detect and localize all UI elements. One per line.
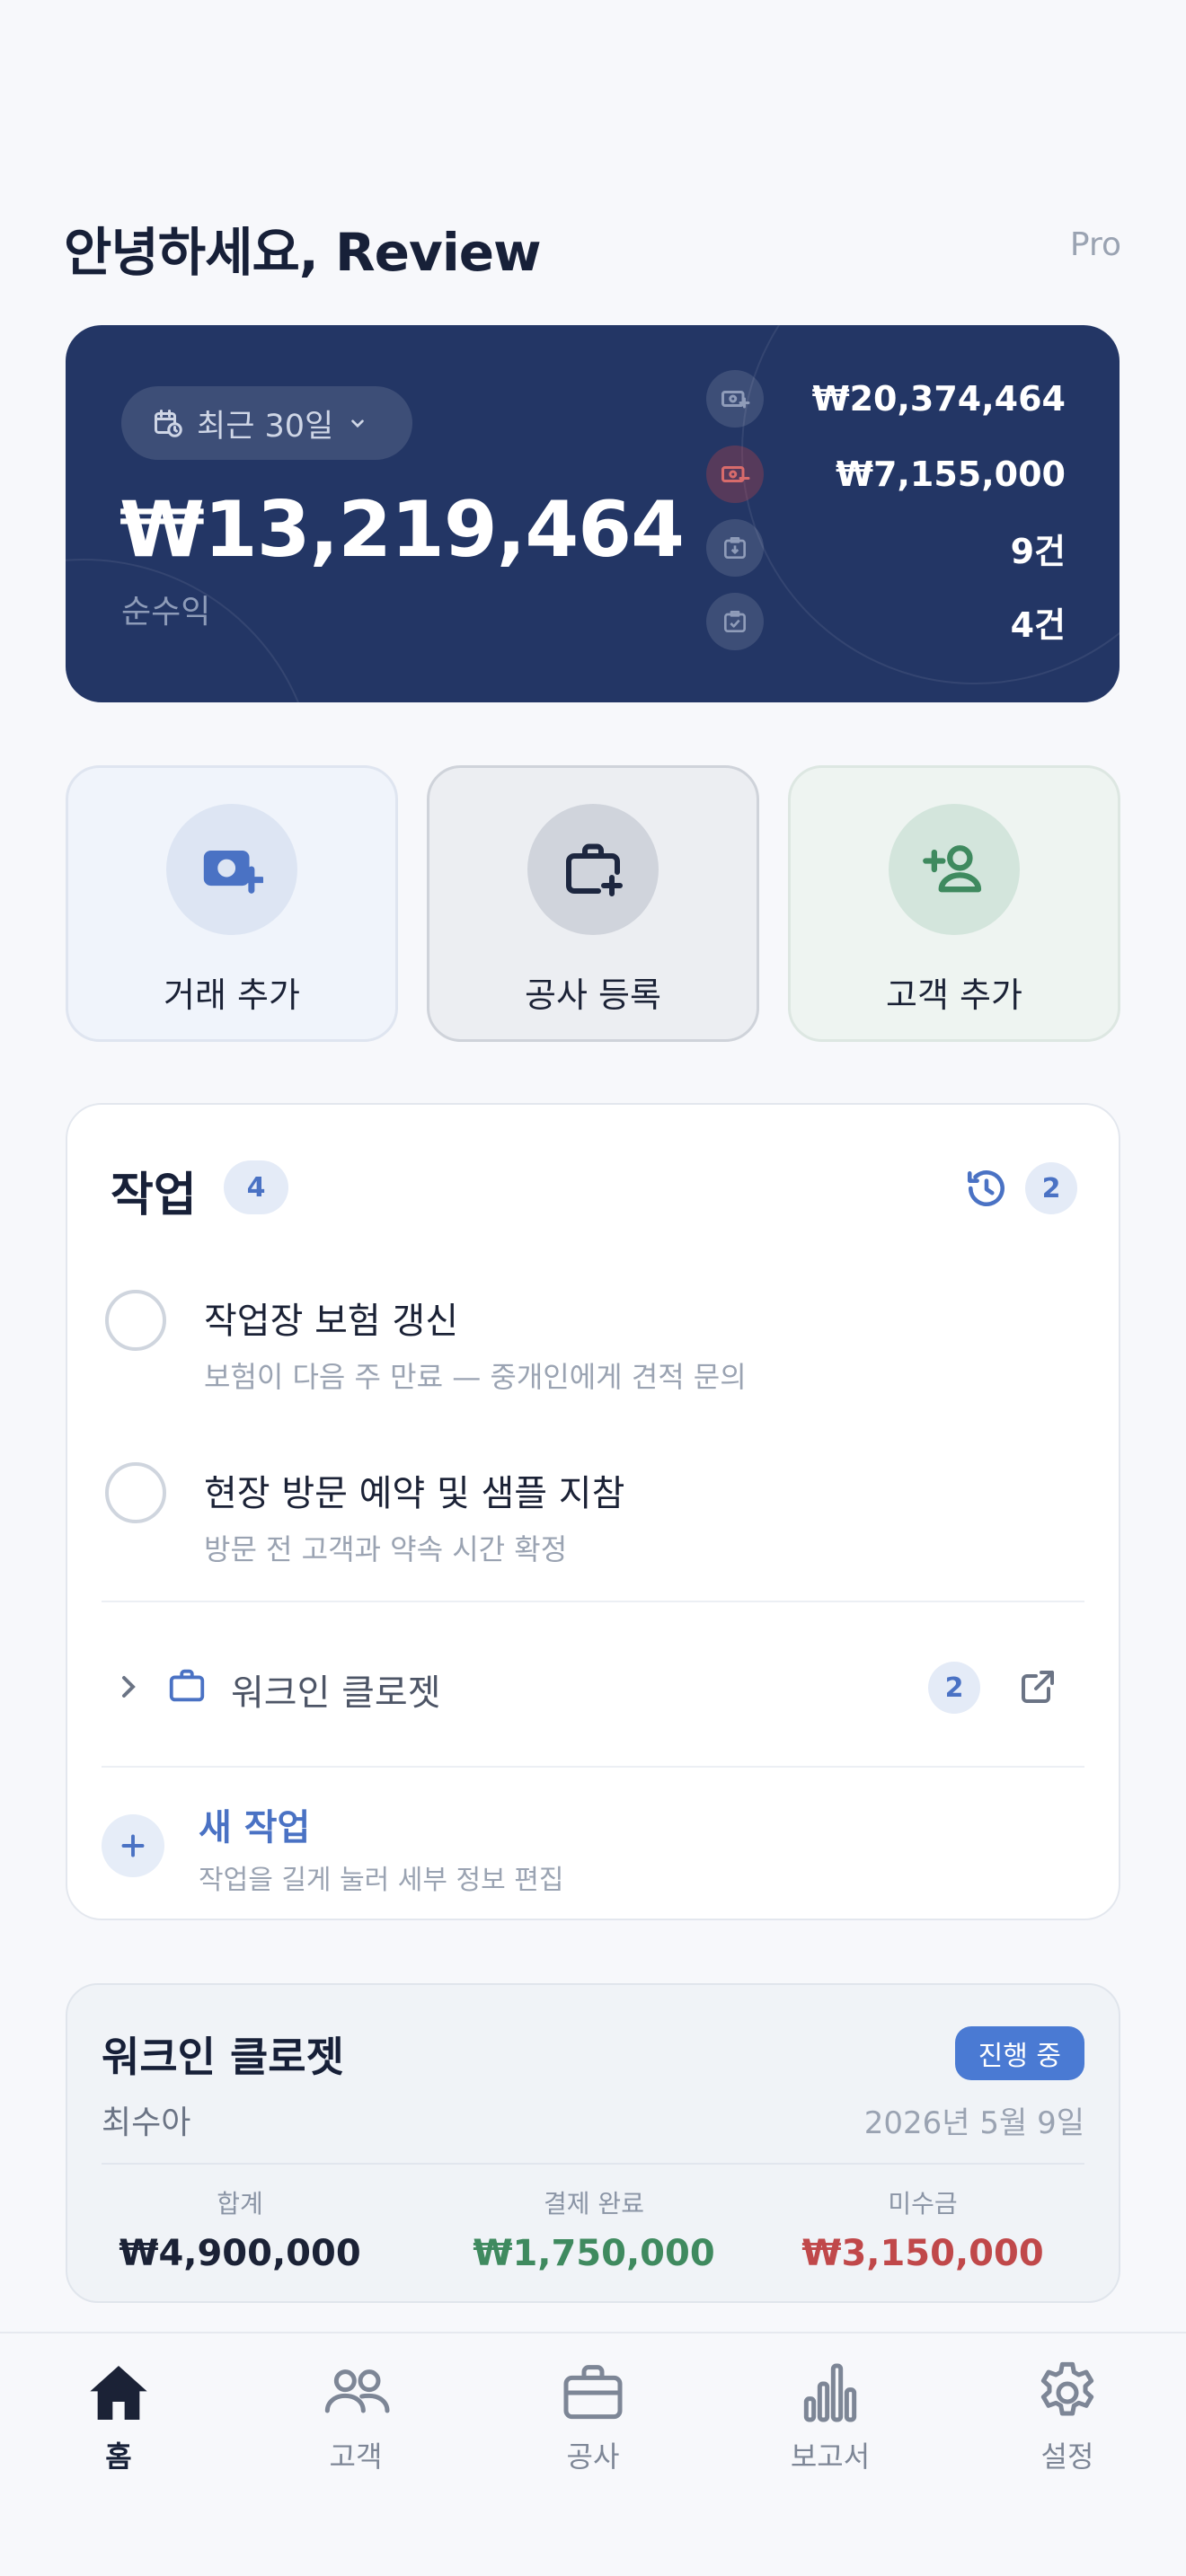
period-label: 최근 30일 bbox=[197, 408, 334, 445]
tab-label: 공사 bbox=[566, 2439, 620, 2474]
tasks-card: 작업 4 2 작업장 보험 갱신 보험이 다음 주 만료 — 중개인에게 견적 … bbox=[66, 1103, 1120, 1920]
clipboard-check-icon bbox=[706, 593, 764, 650]
task-subtitle: 방문 전 고객과 약속 시간 확정 bbox=[204, 1532, 568, 1566]
received-count-value: 9건 bbox=[1010, 531, 1066, 571]
status-badge: 진행 중 bbox=[954, 2026, 1084, 2080]
chevron-right-icon[interactable] bbox=[111, 1669, 146, 1705]
income-icon bbox=[706, 370, 764, 428]
bar-chart-icon bbox=[803, 2363, 857, 2422]
project-date: 2026년 5월 9일 bbox=[863, 2105, 1084, 2141]
total-value: ₩4,900,000 bbox=[119, 2233, 361, 2274]
home-icon bbox=[90, 2366, 147, 2420]
due-label: 미수금 bbox=[888, 2189, 958, 2219]
stat-expense: ₩7,155,000 bbox=[706, 446, 1066, 503]
period-selector[interactable]: 최근 30일 bbox=[121, 386, 412, 460]
add-project-label: 공사 등록 bbox=[525, 975, 661, 1015]
new-task-label[interactable]: 새 작업 bbox=[199, 1798, 310, 1850]
greeting-title: 안녕하세요, Review bbox=[64, 222, 542, 283]
task-subtitle: 보험이 다음 주 만료 — 중개인에게 견적 문의 bbox=[204, 1360, 747, 1394]
total-label: 합계 bbox=[217, 2189, 263, 2219]
stat-income: ₩20,374,464 bbox=[706, 370, 1066, 428]
add-project-button[interactable]: 공사 등록 bbox=[427, 765, 759, 1042]
tab-label: 고객 bbox=[329, 2439, 383, 2474]
briefcase-icon bbox=[169, 1669, 205, 1702]
divider bbox=[102, 2163, 1084, 2165]
task-title: 현장 방문 예약 및 샘플 지참 bbox=[204, 1473, 625, 1514]
stat-received: 9건 bbox=[706, 519, 1066, 577]
tasks-count-badge: 4 bbox=[224, 1160, 288, 1214]
add-customer-icon bbox=[923, 845, 982, 893]
project-card[interactable]: 워크인 클로젯 진행 중 최수아 2026년 5월 9일 합계 ₩4,900,0… bbox=[66, 1983, 1120, 2303]
project-paid: 결제 완료 ₩1,750,000 bbox=[432, 2184, 756, 2274]
tab-projects[interactable]: 공사 bbox=[503, 2357, 683, 2475]
due-value: ₩3,150,000 bbox=[801, 2233, 1044, 2274]
new-task-hint: 작업을 길게 눌러 세부 정보 편집 bbox=[199, 1865, 564, 1896]
tab-label: 보고서 bbox=[790, 2439, 871, 2474]
open-external-icon[interactable] bbox=[1016, 1665, 1059, 1708]
briefcase-icon bbox=[563, 2365, 623, 2420]
project-group-name: 워크인 클로젯 bbox=[231, 1672, 441, 1714]
plus-icon bbox=[121, 1834, 145, 1857]
project-group-count-badge: 2 bbox=[928, 1662, 980, 1714]
project-name: 워크인 클로젯 bbox=[102, 2033, 344, 2081]
tab-reports[interactable]: 보고서 bbox=[740, 2357, 920, 2475]
project-group-row[interactable]: 워크인 클로젯 2 bbox=[67, 1608, 1119, 1766]
plan-badge[interactable]: Pro bbox=[1070, 226, 1121, 263]
history-count-badge[interactable]: 2 bbox=[1025, 1162, 1077, 1214]
new-task-button[interactable] bbox=[102, 1814, 164, 1877]
expense-icon bbox=[706, 446, 764, 503]
task-title: 작업장 보험 갱신 bbox=[204, 1301, 459, 1342]
divider bbox=[102, 1766, 1084, 1768]
task-checkbox[interactable] bbox=[105, 1290, 166, 1351]
net-profit-amount: ₩13,219,464 bbox=[119, 485, 685, 575]
people-icon bbox=[324, 2369, 390, 2413]
add-transaction-label: 거래 추가 bbox=[164, 975, 300, 1015]
summary-card: 최근 30일 ₩13,219,464 순수익 ₩20,374,464 ₩7,15… bbox=[66, 325, 1120, 702]
tab-label: 설정 bbox=[1040, 2439, 1094, 2474]
chevron-down-icon bbox=[351, 419, 365, 428]
tab-settings[interactable]: 설정 bbox=[978, 2357, 1157, 2475]
expense-value: ₩7,155,000 bbox=[836, 454, 1066, 494]
project-total: 합계 ₩4,900,000 bbox=[78, 2184, 402, 2274]
add-transaction-icon bbox=[203, 851, 263, 894]
paid-label: 결제 완료 bbox=[544, 2189, 644, 2219]
calendar-clock-icon bbox=[155, 410, 182, 437]
project-due: 미수금 ₩3,150,000 bbox=[761, 2184, 1084, 2274]
paid-value: ₩1,750,000 bbox=[473, 2233, 715, 2274]
completed-count-value: 4건 bbox=[1010, 604, 1066, 645]
task-checkbox[interactable] bbox=[105, 1462, 166, 1523]
project-client: 최수아 bbox=[102, 2104, 191, 2141]
tab-label: 홈 bbox=[105, 2439, 132, 2474]
tab-bar: 홈 고객 공사 보고서 설정 bbox=[0, 2332, 1186, 2576]
tab-customers[interactable]: 고객 bbox=[266, 2357, 446, 2475]
income-value: ₩20,374,464 bbox=[811, 379, 1066, 419]
stat-completed: 4건 bbox=[706, 593, 1066, 650]
tasks-title: 작업 bbox=[111, 1169, 197, 1222]
add-customer-button[interactable]: 고객 추가 bbox=[788, 765, 1120, 1042]
add-transaction-button[interactable]: 거래 추가 bbox=[66, 765, 398, 1042]
net-profit-label: 순수익 bbox=[121, 594, 211, 631]
add-project-icon bbox=[566, 843, 623, 896]
history-icon[interactable] bbox=[964, 1166, 1009, 1211]
gear-icon bbox=[1040, 2361, 1094, 2416]
inbox-tray-icon bbox=[706, 519, 764, 577]
tab-home[interactable]: 홈 bbox=[29, 2357, 208, 2475]
divider bbox=[102, 1601, 1084, 1602]
add-customer-label: 고객 추가 bbox=[886, 975, 1022, 1015]
